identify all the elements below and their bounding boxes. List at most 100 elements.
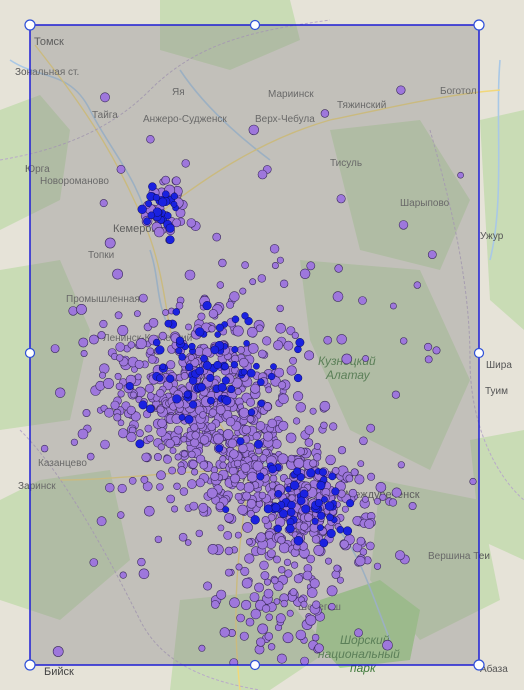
event-marker <box>265 613 273 621</box>
event-marker <box>236 613 245 623</box>
event-marker <box>325 454 336 466</box>
event-marker <box>219 461 227 469</box>
event-marker <box>156 470 166 481</box>
event-marker <box>345 474 354 483</box>
event-marker-highlight <box>197 382 206 392</box>
event-marker-highlight <box>231 315 240 324</box>
handle-middle-right[interactable] <box>473 347 485 359</box>
event-marker <box>241 577 253 589</box>
event-marker <box>285 432 297 444</box>
event-marker <box>146 434 154 443</box>
event-marker-highlight <box>227 385 236 394</box>
handle-bottom-middle[interactable] <box>249 659 261 671</box>
event-marker <box>257 623 269 635</box>
event-marker <box>358 296 367 305</box>
handle-top-middle[interactable] <box>249 19 261 31</box>
event-marker-highlight <box>285 485 292 493</box>
event-marker-highlight <box>164 319 173 328</box>
handle-bottom-right[interactable] <box>473 659 485 671</box>
event-marker <box>300 656 309 665</box>
event-marker <box>146 135 155 144</box>
event-marker <box>126 431 137 443</box>
event-marker-highlight <box>257 378 265 386</box>
event-marker <box>171 505 179 513</box>
event-marker <box>350 468 359 477</box>
event-marker <box>173 425 183 435</box>
event-marker <box>169 447 177 454</box>
event-marker-highlight <box>326 528 336 539</box>
event-marker-highlight <box>230 361 239 369</box>
event-marker <box>99 319 108 329</box>
event-marker-highlight <box>146 404 155 414</box>
event-marker <box>388 498 398 507</box>
event-marker-highlight <box>200 354 208 363</box>
event-marker <box>184 269 196 281</box>
event-marker <box>156 389 165 398</box>
event-marker-highlight <box>143 217 151 226</box>
event-marker <box>180 450 188 458</box>
event-marker <box>54 387 66 398</box>
event-marker <box>320 421 328 429</box>
event-marker <box>247 326 258 338</box>
event-marker <box>287 454 296 463</box>
event-marker <box>300 600 308 608</box>
event-marker <box>379 493 387 501</box>
event-marker <box>246 397 255 407</box>
event-marker <box>144 424 153 433</box>
event-marker <box>89 334 99 345</box>
map-view[interactable]: Томск Зональная ст. Яя Мариинск Боготол … <box>0 0 524 690</box>
event-marker <box>199 435 210 445</box>
event-marker <box>215 405 226 415</box>
event-marker <box>293 457 305 469</box>
event-marker <box>185 323 192 331</box>
event-marker <box>282 632 294 644</box>
event-marker <box>154 535 163 544</box>
label-shira: Шира <box>486 360 512 371</box>
event-marker <box>341 353 353 365</box>
event-marker <box>199 460 209 470</box>
event-marker <box>278 420 289 431</box>
event-marker <box>134 359 144 369</box>
event-marker-highlight <box>148 182 157 191</box>
event-marker <box>187 479 197 489</box>
event-marker <box>218 258 227 268</box>
event-marker-highlight <box>254 439 263 449</box>
event-marker <box>273 598 281 605</box>
event-marker <box>191 468 199 476</box>
event-marker <box>225 417 236 427</box>
event-marker-highlight <box>236 437 245 446</box>
event-marker <box>304 350 315 361</box>
event-marker <box>273 555 281 564</box>
event-marker <box>212 232 221 242</box>
event-marker-highlight <box>125 382 134 391</box>
event-marker-highlight <box>274 490 283 498</box>
event-marker <box>114 372 122 380</box>
handle-top-left[interactable] <box>24 19 36 31</box>
event-marker <box>116 164 126 174</box>
event-marker-highlight <box>324 501 335 511</box>
event-marker <box>457 171 464 179</box>
event-marker <box>135 338 147 350</box>
event-marker <box>103 377 115 389</box>
event-marker <box>246 415 255 423</box>
event-marker <box>364 518 375 529</box>
event-marker-highlight <box>166 374 175 383</box>
handle-bottom-left[interactable] <box>24 659 36 671</box>
event-marker-highlight <box>314 498 323 507</box>
event-marker-highlight <box>263 504 273 514</box>
handle-top-right[interactable] <box>473 19 485 31</box>
event-marker <box>366 423 376 433</box>
handle-middle-left[interactable] <box>24 347 36 359</box>
event-marker <box>175 301 184 310</box>
event-marker <box>245 538 253 546</box>
event-marker-highlight <box>158 197 168 207</box>
event-marker <box>141 452 151 462</box>
event-marker <box>224 512 234 523</box>
event-marker <box>190 438 200 448</box>
event-marker <box>359 436 368 446</box>
event-marker <box>273 340 284 351</box>
event-marker-highlight <box>336 525 345 534</box>
event-marker <box>130 391 137 399</box>
event-marker <box>156 483 164 491</box>
event-marker-highlight <box>295 338 305 347</box>
